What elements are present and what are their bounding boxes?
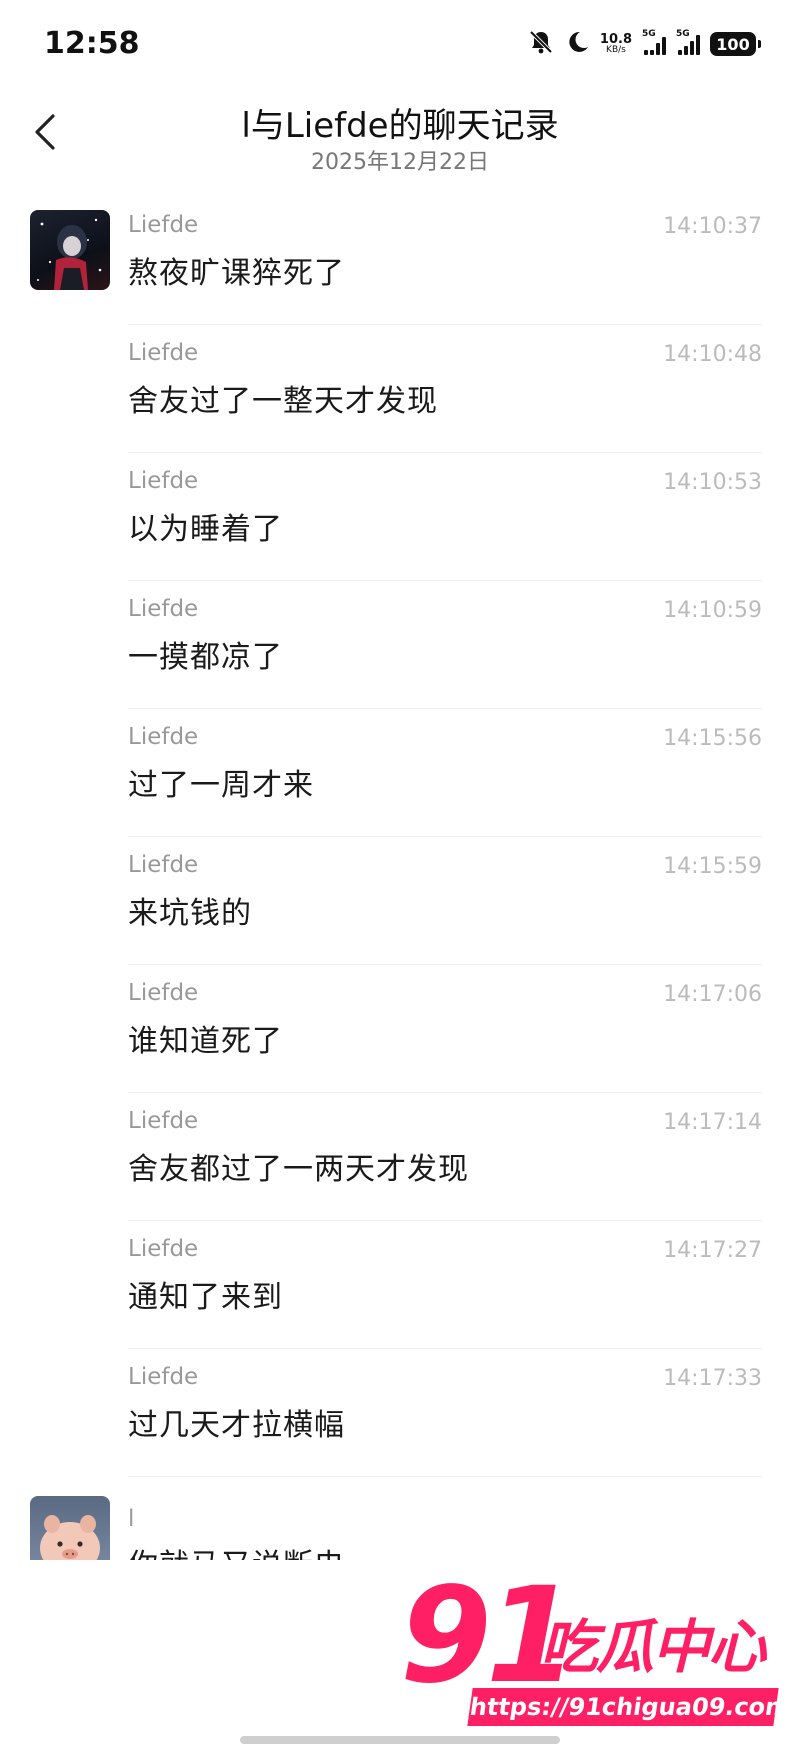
message-time: 14:10:59: [663, 598, 762, 623]
message-text[interactable]: 来坑钱的: [128, 888, 252, 932]
message-text[interactable]: 舍友都过了一两天才发现: [128, 1144, 469, 1188]
sim2-label: 5G: [676, 29, 690, 39]
message-time: 14:15:56: [663, 726, 762, 751]
network-speed-unit: KB/s: [606, 45, 626, 55]
home-indicator[interactable]: [240, 1736, 560, 1744]
network-speed: 10.8 KB/s: [600, 33, 632, 55]
message-item[interactable]: Liefde 14:10:59 一摸都凉了: [0, 584, 800, 724]
message-item[interactable]: Liefde 14:10:48 舍友过了一整天才发现: [0, 328, 800, 468]
message-time: 14:10:48: [663, 342, 762, 367]
message-time: 14:17:33: [663, 1366, 762, 1391]
divider: [128, 324, 762, 325]
sender-name: Liefde: [128, 1364, 199, 1390]
message-time: 14:10:53: [663, 470, 762, 495]
sender-name: Liefde: [128, 980, 199, 1006]
message-text[interactable]: 一摸都凉了: [128, 632, 283, 676]
message-item[interactable]: l 你就马又说断电: [0, 1480, 800, 1560]
sender-name: l: [128, 1506, 135, 1532]
message-text[interactable]: 你就马又说断电: [128, 1540, 345, 1560]
status-icons: 10.8 KB/s 5G 5G 100: [528, 28, 761, 60]
sender-name: Liefde: [128, 852, 199, 878]
divider: [128, 580, 762, 581]
message-text[interactable]: 过了一周才来: [128, 760, 314, 804]
watermark-url: https://91chigua09.com: [467, 1688, 792, 1726]
status-bar: 12:58 10.8 KB/s 5G 5G 100: [0, 0, 800, 92]
message-time: 14:10:37: [663, 214, 762, 239]
message-item[interactable]: Liefde 14:17:14 舍友都过了一两天才发现: [0, 1096, 800, 1236]
sender-name: Liefde: [128, 1236, 199, 1262]
message-text[interactable]: 舍友过了一整天才发现: [128, 376, 438, 420]
sender-name: Liefde: [128, 468, 199, 494]
divider: [128, 1348, 762, 1349]
battery-icon: 100: [710, 32, 761, 56]
message-time: 14:15:59: [663, 854, 762, 879]
message-item[interactable]: Liefde 14:17:33 过几天才拉横幅: [0, 1352, 800, 1492]
sim2-signal-icon: 5G: [676, 29, 700, 55]
sim1-signal-icon: 5G: [642, 29, 666, 55]
bell-off-icon: [528, 29, 554, 59]
divider: [128, 964, 762, 965]
message-text[interactable]: 通知了来到: [128, 1272, 283, 1316]
message-time: 14:17:06: [663, 982, 762, 1007]
message-text[interactable]: 以为睡着了: [128, 504, 283, 548]
message-time: 14:17:27: [663, 1238, 762, 1263]
chat-history-header: l与Liefde的聊天记录 2025年12月22日: [0, 92, 800, 182]
sender-name: Liefde: [128, 596, 199, 622]
message-item[interactable]: Liefde 14:10:37 熬夜旷课猝死了: [0, 200, 800, 340]
moon-icon: [564, 29, 590, 59]
message-item[interactable]: Liefde 14:15:59 来坑钱的: [0, 840, 800, 980]
divider: [128, 452, 762, 453]
page-date: 2025年12月22日: [311, 150, 489, 175]
message-item[interactable]: Liefde 14:17:06 谁知道死了: [0, 968, 800, 1108]
sim1-label: 5G: [642, 29, 656, 39]
message-time: 14:17:14: [663, 1110, 762, 1135]
divider: [128, 836, 762, 837]
sender-name: Liefde: [128, 724, 199, 750]
message-item[interactable]: Liefde 14:15:56 过了一周才来: [0, 712, 800, 852]
status-time: 12:58: [44, 26, 140, 61]
message-text[interactable]: 谁知道死了: [128, 1016, 283, 1060]
sender-name: Liefde: [128, 212, 199, 238]
divider: [128, 1092, 762, 1093]
message-text[interactable]: 熬夜旷课猝死了: [128, 248, 345, 292]
avatar[interactable]: [30, 210, 110, 290]
divider: [128, 1220, 762, 1221]
message-item[interactable]: Liefde 14:17:27 通知了来到: [0, 1224, 800, 1364]
sender-name: Liefde: [128, 1108, 199, 1134]
sender-name: Liefde: [128, 340, 199, 366]
divider: [128, 1476, 762, 1477]
page-title: l与Liefde的聊天记录: [241, 106, 559, 146]
message-item[interactable]: Liefde 14:10:53 以为睡着了: [0, 456, 800, 596]
avatar[interactable]: [30, 1496, 110, 1560]
site-watermark: 91 吃瓜中心 https://91chigua09.com: [400, 1570, 792, 1730]
watermark-brand: 吃瓜中心: [540, 1613, 766, 1681]
message-text[interactable]: 过几天才拉横幅: [128, 1400, 345, 1444]
divider: [128, 708, 762, 709]
